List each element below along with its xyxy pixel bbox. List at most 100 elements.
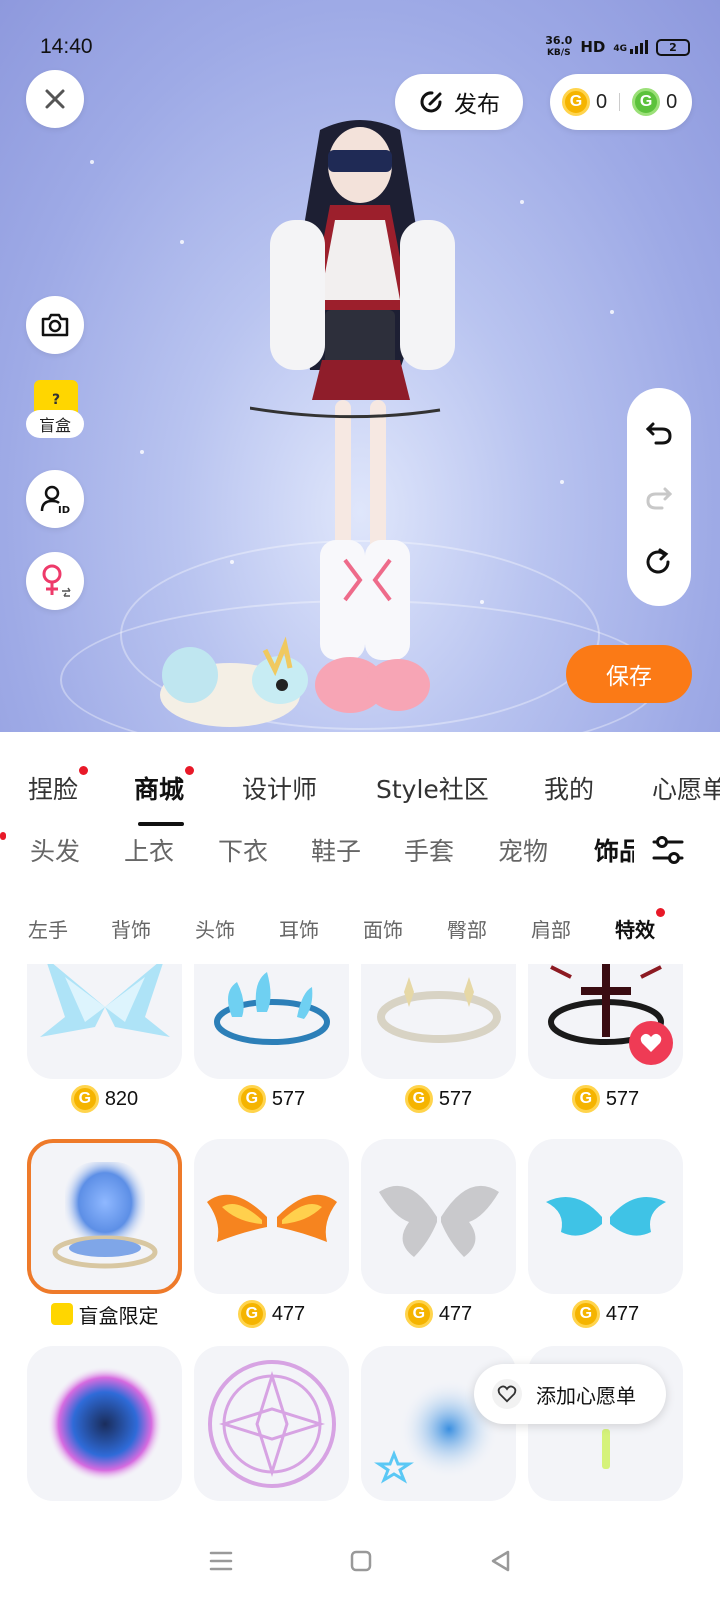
item-card[interactable] [194,1346,349,1501]
menu-icon[interactable] [209,1550,233,1572]
reset-icon[interactable] [644,547,674,577]
category-accessories[interactable]: 饰品 [594,832,634,868]
sub-face[interactable]: 面饰 [363,914,403,943]
gold-coin-icon: G [404,1300,433,1328]
currency-balance[interactable]: G 0 G 0 [550,74,692,130]
gold-coin-icon: G [237,1300,266,1328]
gold-coin-count: 0 [596,90,608,113]
sub-shoulder[interactable]: 肩部 [531,914,571,943]
item-card[interactable]: G 577 [361,964,516,1117]
item-card[interactable] [27,1346,182,1501]
filter-button[interactable] [650,832,690,872]
item-card[interactable]: 盲盒限定 [27,1139,182,1332]
item-thumbnail [528,1139,683,1294]
camera-button[interactable] [26,296,84,354]
shop-panel: 捏脸 商城 设计师 Style社区 我的 心愿单 头发 上衣 下衣 鞋子 手套 … [0,732,720,1522]
gold-coin-icon: G [571,1085,600,1113]
add-to-wishlist-button[interactable]: 添加心愿单 [474,1364,666,1424]
gold-coin-icon: G [562,88,590,116]
tab-style-community[interactable]: Style社区 [376,770,489,806]
heart-outline-icon [492,1379,522,1409]
close-button[interactable] [26,70,84,128]
snow-particle [610,310,614,314]
item-thumbnail [361,964,516,1079]
notification-dot [79,766,89,775]
item-thumbnail [194,1346,349,1501]
tab-mine[interactable]: 我的 [544,770,594,806]
sub-category-tabs: 左手 背饰 头饰 耳饰 面饰 臀部 肩部 特效 [0,908,720,944]
sub-left-hand[interactable]: 左手 [28,914,68,943]
publish-label: 发布 [454,92,500,118]
snow-particle [140,450,144,454]
pink-magic-circle-image [207,1359,336,1488]
snow-particle [180,240,184,244]
divider [619,93,621,111]
network-speed: 36.0 KB/S [545,34,573,58]
white-star-circle-image [376,976,501,1043]
category-hair[interactable]: 头发 [30,832,80,868]
item-price: G 577 [528,1081,683,1117]
item-card[interactable]: G 577 [194,964,349,1117]
item-price: G 477 [361,1296,516,1332]
fire-wings-image [206,1194,337,1242]
publish-button[interactable]: 发布 [395,74,523,130]
sub-ear[interactable]: 耳饰 [279,914,319,943]
item-thumbnail [194,964,349,1079]
battery-icon: 2 [656,38,690,56]
item-thumbnail [194,1139,349,1294]
tab-face[interactable]: 捏脸 [28,766,89,806]
hd-indicator: HD [580,38,606,56]
snow-particle [560,480,564,484]
tab-wishlist[interactable]: 心愿单 [652,770,720,806]
sub-effects[interactable]: 特效 [615,908,665,943]
heart-icon [640,1033,662,1052]
clock: 14:40 [40,35,93,58]
item-price: G 820 [27,1081,182,1117]
category-top[interactable]: 上衣 [124,832,174,868]
item-card[interactable]: G 477 [528,1139,683,1332]
undo-icon[interactable] [644,417,674,447]
category-bottom[interactable]: 下衣 [218,832,268,868]
sub-hip[interactable]: 臀部 [447,914,487,943]
item-price: G 477 [194,1296,349,1332]
item-price: G 577 [361,1081,516,1117]
save-button[interactable]: 保存 [566,645,692,703]
item-price: 盲盒限定 [27,1296,182,1332]
avatar-id-button[interactable]: ID [26,470,84,528]
snow-particle [90,160,94,164]
blue-flame-circle-image [213,971,330,1045]
favorite-button[interactable] [629,1021,673,1065]
pet-creature [160,636,308,727]
tab-designer[interactable]: 设计师 [242,770,317,806]
sub-back[interactable]: 背饰 [111,914,151,943]
active-tab-indicator [138,822,184,826]
category-gloves[interactable]: 手套 [404,832,454,868]
status-bar: 14:40 36.0 KB/S HD 4G 2 [40,32,690,62]
home-icon[interactable] [350,1550,372,1572]
item-card[interactable]: G 477 [361,1139,516,1332]
svg-text:ID: ID [58,505,70,515]
gold-coin-icon: G [70,1085,99,1113]
redo-icon[interactable] [644,482,674,512]
system-navigation-bar [0,1522,720,1600]
category-shoes[interactable]: 鞋子 [311,832,361,868]
ice-wings-image [39,964,170,1037]
item-thumbnail-selected [27,1139,182,1294]
sub-head[interactable]: 头饰 [195,914,235,943]
main-tabs: 捏脸 商城 设计师 Style社区 我的 心愿单 [0,766,720,826]
filter-icon [652,836,684,864]
item-thumbnail [361,1139,516,1294]
notification-dot [0,832,6,840]
gender-switch-button[interactable] [26,552,84,610]
item-card[interactable]: G 477 [194,1139,349,1332]
item-card[interactable]: G 577 [528,964,683,1117]
notification-dot [656,908,665,917]
item-price: G 577 [194,1081,349,1117]
back-icon[interactable] [489,1549,511,1573]
blind-box-small-icon [50,1303,73,1325]
blind-box-label: 盲盒 [26,410,84,438]
blind-box-button[interactable]: ? 盲盒 [26,380,84,438]
item-card[interactable]: G 820 [27,964,182,1117]
tab-shop[interactable]: 商城 [134,766,195,826]
category-pets[interactable]: 宠物 [498,832,548,868]
